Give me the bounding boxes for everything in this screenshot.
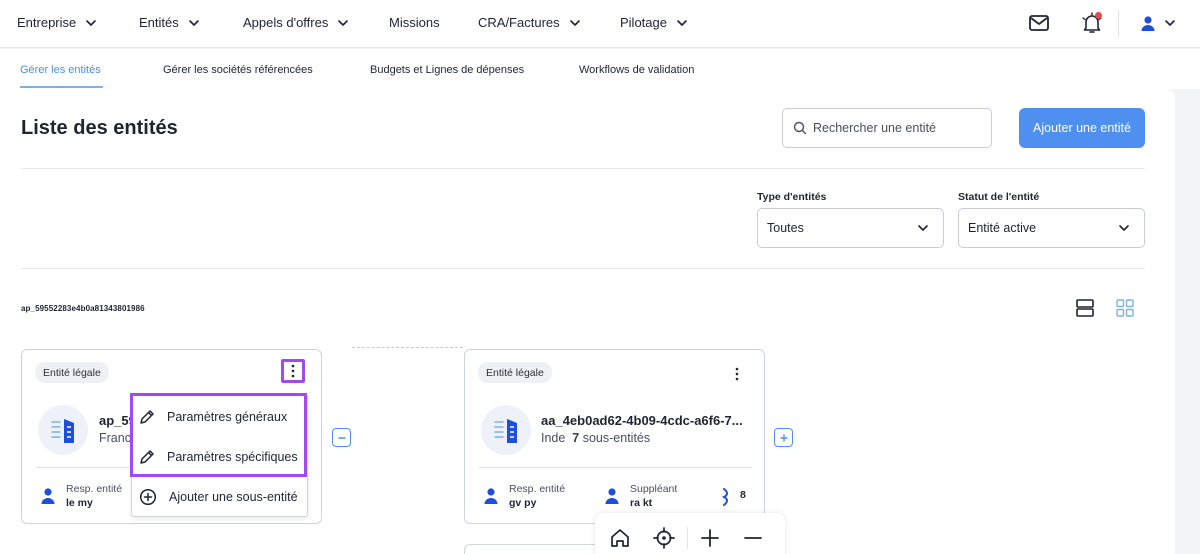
user-icon xyxy=(484,488,498,504)
nav-label: Missions xyxy=(389,15,440,30)
responsible-label: Resp. entité xyxy=(509,483,566,495)
responsible-value: gv py xyxy=(509,497,537,509)
tab-budgets[interactable]: Budgets et Lignes de dépenses xyxy=(370,64,524,76)
type-filter-label: Type d'entités xyxy=(757,191,827,203)
notifications-button[interactable] xyxy=(1078,9,1106,37)
deputy-value: ra kt xyxy=(630,497,653,509)
responsible-value: le my xyxy=(66,497,93,509)
status-filter-value: Entité active xyxy=(968,221,1037,235)
user-icon xyxy=(1141,16,1155,31)
plus-icon xyxy=(779,433,788,442)
user-menu-button[interactable] xyxy=(1138,9,1178,37)
card-divider xyxy=(478,467,752,468)
chevron-down-icon xyxy=(188,19,199,26)
top-navigation: Entreprise Entités Appels d'offres Missi… xyxy=(0,0,1200,48)
chevron-down-icon xyxy=(1119,225,1129,231)
entity-count: 8 xyxy=(740,489,746,501)
entity-deputy: Suppléant ra kt xyxy=(604,482,677,510)
zoom-divider xyxy=(687,527,688,549)
status-filter-select[interactable]: Entité active xyxy=(958,208,1145,248)
card-menu-button[interactable] xyxy=(725,362,749,386)
nav-divider xyxy=(1118,10,1119,36)
zoom-out-icon[interactable] xyxy=(742,527,764,549)
user-icon xyxy=(41,488,55,504)
status-filter-label: Statut de l'entité xyxy=(958,191,1040,203)
building-icon xyxy=(38,405,88,455)
nav-missions[interactable]: Missions xyxy=(389,15,440,30)
page-title: Liste des entités xyxy=(21,117,178,139)
nav-label: Entreprise xyxy=(17,15,77,30)
menu-highlight-box xyxy=(130,393,307,477)
nav-label: CRA/Factures xyxy=(478,15,560,30)
card-menu-button[interactable] xyxy=(281,359,305,383)
user-icon xyxy=(605,488,619,504)
more-vertical-icon xyxy=(291,364,295,378)
divider xyxy=(21,168,1145,169)
type-filter-value: Toutes xyxy=(767,221,804,235)
crosshair-icon[interactable] xyxy=(653,527,675,549)
divider xyxy=(21,268,1145,269)
tab-societes-referencees[interactable]: Gérer les sociétés référencées xyxy=(163,64,313,76)
entity-country: Inde xyxy=(541,431,566,445)
entity-details: Inde 7 sous-entités xyxy=(541,431,650,445)
collapse-button[interactable] xyxy=(332,428,351,447)
plus-circle-icon xyxy=(139,488,157,506)
entity-country: Franc xyxy=(99,431,131,445)
entity-count-badge: 8 xyxy=(722,488,746,506)
nav-entreprise[interactable]: Entreprise xyxy=(17,15,97,30)
chevron-down-icon xyxy=(1165,20,1175,26)
list-view-icon[interactable] xyxy=(1074,297,1096,319)
menu-item-label: Ajouter une sous-entité xyxy=(169,490,298,504)
home-icon[interactable] xyxy=(609,527,631,549)
expand-button[interactable] xyxy=(774,428,793,447)
tab-workflows[interactable]: Workflows de validation xyxy=(579,64,694,76)
nav-label: Entités xyxy=(139,15,179,30)
zoom-controls xyxy=(595,513,785,554)
nav-appels-offres[interactable]: Appels d'offres xyxy=(243,15,349,30)
entity-type-tag: Entité légale xyxy=(478,362,552,383)
search-icon xyxy=(793,121,807,135)
notification-badge xyxy=(1095,12,1102,19)
active-tab-indicator xyxy=(20,86,103,88)
nav-pilotage[interactable]: Pilotage xyxy=(620,15,688,30)
responsible-label: Resp. entité xyxy=(66,483,123,495)
grid-view-icon[interactable] xyxy=(1114,297,1136,319)
search-box[interactable] xyxy=(782,108,992,148)
entity-responsible: Resp. entité gv py xyxy=(483,482,565,510)
nav-cra-factures[interactable]: CRA/Factures xyxy=(478,15,581,30)
deputy-label: Suppléant xyxy=(630,483,678,495)
sub-entity-count: 7 xyxy=(572,431,580,445)
menu-item-add-sub-entity[interactable]: Ajouter une sous-entité xyxy=(139,488,298,506)
minus-icon xyxy=(337,436,346,439)
search-input[interactable] xyxy=(813,121,983,135)
mail-icon xyxy=(1029,15,1049,31)
zoom-in-icon[interactable] xyxy=(699,527,721,549)
nav-label: Pilotage xyxy=(620,15,667,30)
sub-entity-label: sous-entités xyxy=(582,431,651,445)
hierarchy-icon xyxy=(722,488,728,506)
chevron-down-icon xyxy=(338,19,349,26)
chevron-down-icon xyxy=(918,225,928,231)
chevron-down-icon xyxy=(569,19,580,26)
more-vertical-icon xyxy=(735,367,739,381)
sub-navigation: Gérer les entités Gérer les sociétés réf… xyxy=(0,49,1200,89)
entity-name: aa_4eb0ad62-4b09-4cdc-a6f6-7... xyxy=(541,413,743,428)
building-icon xyxy=(481,405,531,455)
entity-type-tag: Entité légale xyxy=(35,362,109,383)
tree-connector xyxy=(352,347,463,348)
entity-responsible: Resp. entité le my xyxy=(40,482,122,510)
entity-card[interactable]: Entité légale aa_4eb0ad62-4b09-4cdc-a6f6… xyxy=(464,349,765,524)
mail-button[interactable] xyxy=(1025,9,1053,37)
tab-gerer-entites[interactable]: Gérer les entités xyxy=(20,64,101,76)
type-filter-select[interactable]: Toutes xyxy=(757,208,944,248)
chevron-down-icon xyxy=(677,19,687,26)
chevron-down-icon xyxy=(86,19,97,26)
nav-label: Appels d'offres xyxy=(243,15,329,30)
root-entity-id: ap_59552283e4b0a81343801986 xyxy=(21,304,145,313)
nav-entites[interactable]: Entités xyxy=(139,15,200,30)
add-entity-button[interactable]: Ajouter une entité xyxy=(1019,108,1145,148)
